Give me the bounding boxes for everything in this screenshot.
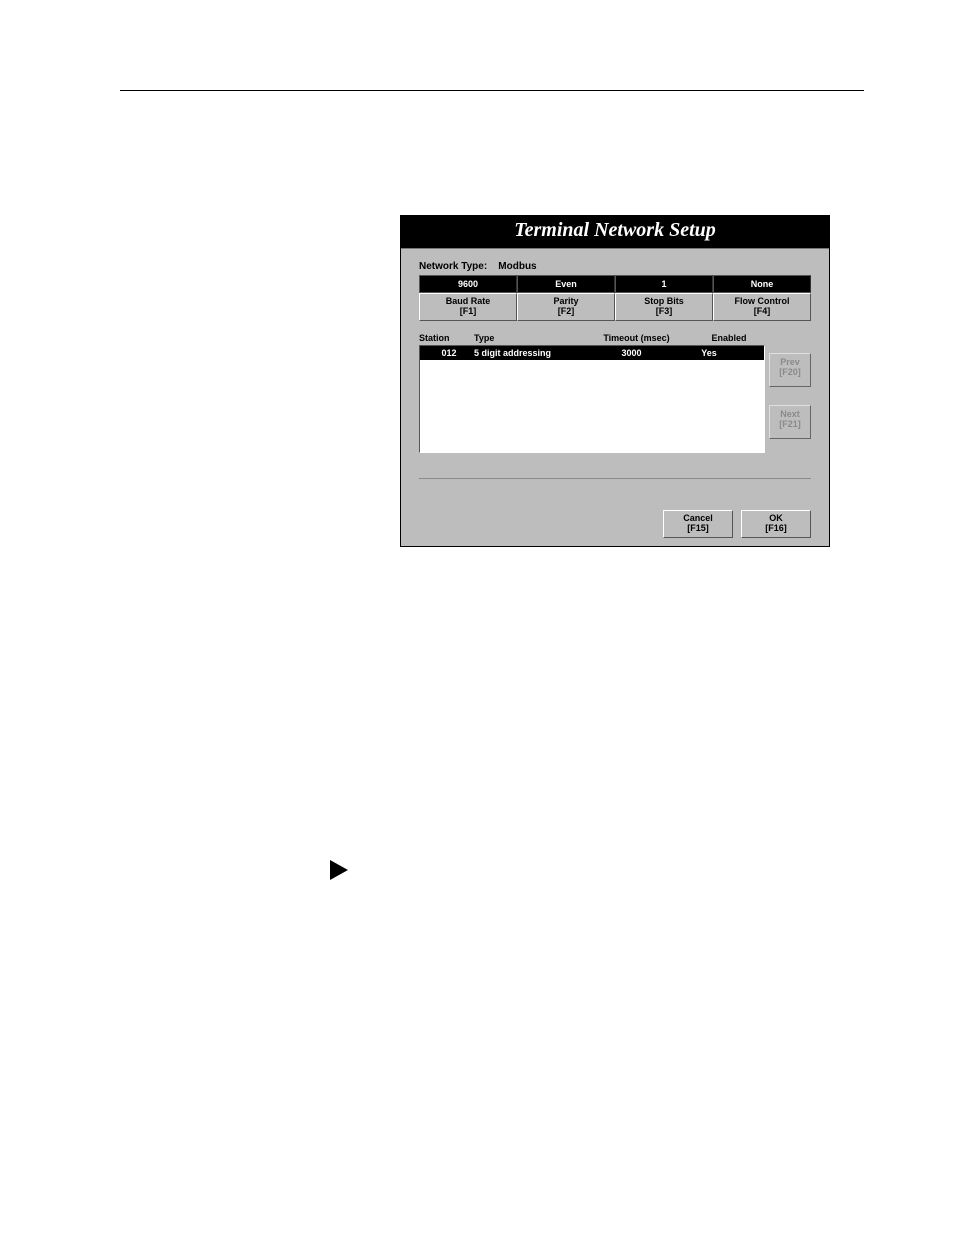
prev-button[interactable]: Prev [F20] (769, 353, 811, 387)
baud-rate-key: [F1] (420, 307, 516, 317)
cancel-label: Cancel (683, 513, 713, 523)
next-key: [F21] (770, 420, 810, 430)
flowcontrol-button[interactable]: Flow Control [F4] (713, 293, 811, 321)
figure-container: Terminal Network Setup Network Type: Mod… (400, 215, 830, 547)
dialog-title: Terminal Network Setup (401, 216, 829, 249)
next-label: Next (780, 409, 800, 419)
document-page: Terminal Network Setup Network Type: Mod… (0, 0, 954, 1235)
cell-enabled: Yes (679, 348, 739, 358)
header-station: Station (419, 333, 474, 343)
header-timeout: Timeout (msec) (584, 333, 689, 343)
ok-label: OK (769, 513, 783, 523)
parity-column: Even Parity [F2] (517, 275, 615, 321)
right-arrow-icon (330, 860, 348, 880)
baud-column: 9600 Baud Rate [F1] (419, 275, 517, 321)
parity-button[interactable]: Parity [F2] (517, 293, 615, 321)
cancel-key: [F15] (664, 524, 732, 534)
station-listbox[interactable]: 012 5 digit addressing 3000 Yes (419, 345, 765, 453)
next-button[interactable]: Next [F21] (769, 405, 811, 439)
cell-station: 012 (424, 348, 474, 358)
station-row-selected[interactable]: 012 5 digit addressing 3000 Yes (420, 346, 764, 360)
ok-button[interactable]: OK [F16] (741, 510, 811, 538)
flowcontrol-value[interactable]: None (713, 275, 811, 293)
parity-key: [F2] (518, 307, 614, 317)
header-enabled: Enabled (689, 333, 769, 343)
cell-type: 5 digit addressing (474, 348, 584, 358)
stopbits-key: [F3] (616, 307, 712, 317)
flowcontrol-column: None Flow Control [F4] (713, 275, 811, 321)
header-rule (120, 90, 864, 91)
ok-key: [F16] (742, 524, 810, 534)
cancel-button[interactable]: Cancel [F15] (663, 510, 733, 538)
baud-rate-value[interactable]: 9600 (419, 275, 517, 293)
stopbits-column: 1 Stop Bits [F3] (615, 275, 713, 321)
baud-rate-label: Baud Rate (446, 296, 491, 306)
network-type-value: Modbus (498, 261, 536, 272)
prev-label: Prev (780, 357, 800, 367)
cell-timeout: 3000 (584, 348, 679, 358)
bullet-arrow (330, 860, 348, 880)
baud-rate-button[interactable]: Baud Rate [F1] (419, 293, 517, 321)
dialog-body: Network Type: Modbus 9600 Baud Rate [F1]… (401, 249, 829, 463)
comm-settings-row: 9600 Baud Rate [F1] Even Parity [F2] (419, 275, 811, 321)
station-table-headers: Station Type Timeout (msec) Enabled (419, 333, 811, 343)
stopbits-value[interactable]: 1 (615, 275, 713, 293)
network-type-row: Network Type: Modbus (419, 261, 811, 272)
header-type: Type (474, 333, 584, 343)
parity-label: Parity (553, 296, 578, 306)
stopbits-button[interactable]: Stop Bits [F3] (615, 293, 713, 321)
separator (419, 478, 811, 479)
dialog-action-buttons: Cancel [F15] OK [F16] (663, 510, 811, 538)
flowcontrol-key: [F4] (714, 307, 810, 317)
flowcontrol-label: Flow Control (735, 296, 790, 306)
parity-value[interactable]: Even (517, 275, 615, 293)
network-type-label: Network Type: (419, 261, 487, 272)
terminal-network-setup-dialog: Terminal Network Setup Network Type: Mod… (400, 215, 830, 547)
prev-key: [F20] (770, 368, 810, 378)
prev-next-buttons: Prev [F20] Next [F21] (769, 345, 811, 453)
stopbits-label: Stop Bits (644, 296, 684, 306)
station-list-area: 012 5 digit addressing 3000 Yes Prev [F2… (419, 345, 811, 453)
